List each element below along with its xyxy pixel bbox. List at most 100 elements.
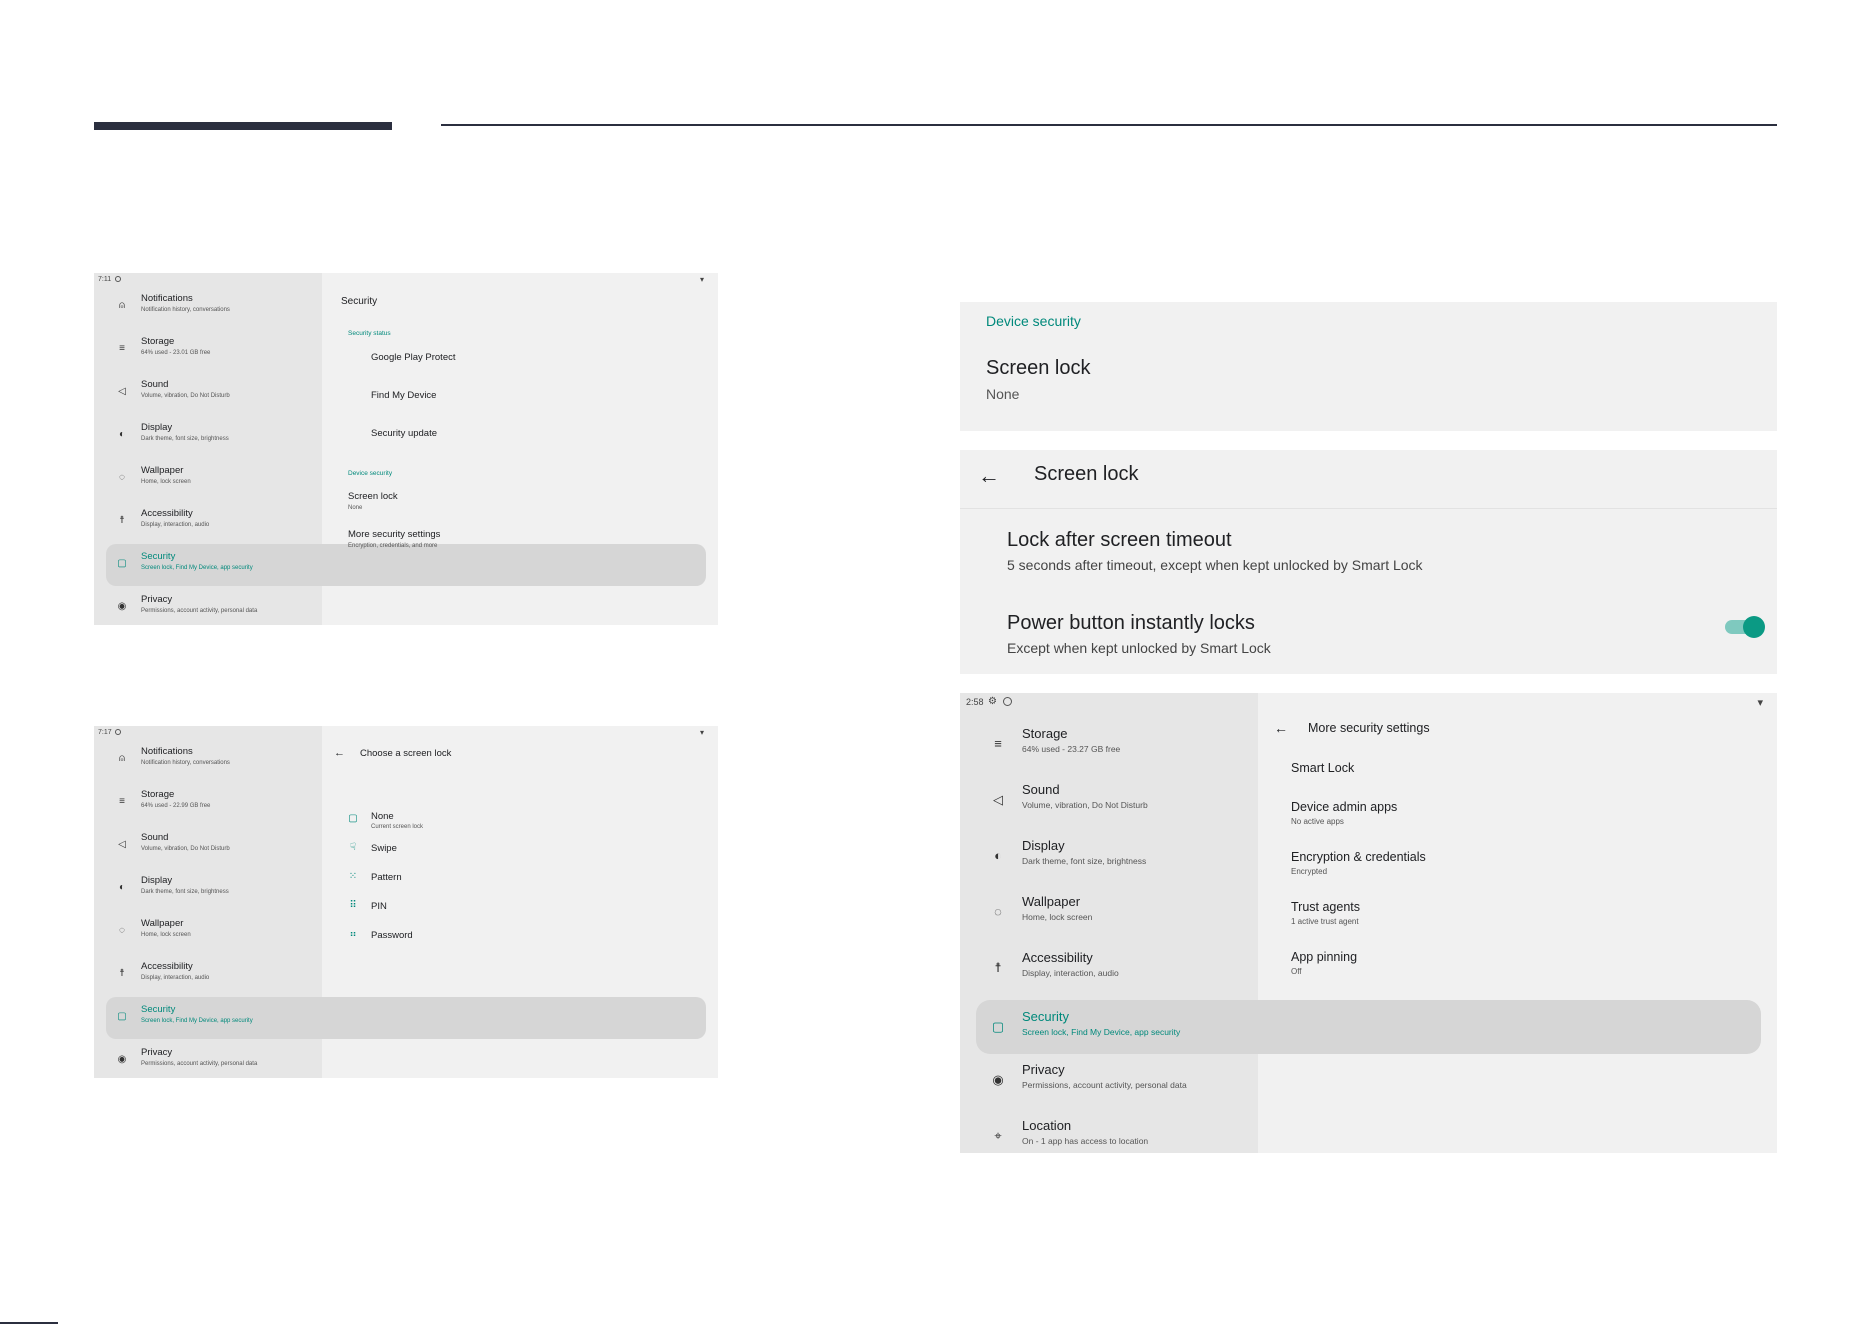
sidebar-item-summary: Display, interaction, audio [141, 975, 210, 981]
back-arrow-icon[interactable]: ← [334, 747, 345, 759]
sidebar-item-security[interactable]: ▢ Security Screen lock, Find My Device, ap… [106, 544, 706, 586]
sidebar-item-summary: Permissions, account activity, personal … [1022, 1080, 1187, 1090]
device-security-panel: Device security Screen lock None [960, 302, 1777, 431]
sidebar-item-wallpaper[interactable]: ◌ Wallpaper Home, lock screen [976, 885, 1761, 939]
sidebar-item-display[interactable]: ◐ Display Dark theme, font size, brightnes… [106, 868, 706, 910]
option-none-summary: Current screen lock [371, 824, 424, 830]
privacy-icon: ◉ [117, 601, 127, 612]
sidebar-item-security[interactable]: ▢ Security Screen lock, Find My Device, ap… [976, 1000, 1761, 1054]
section-header-device-security: Device security [348, 470, 393, 477]
sidebar-item-accessibility[interactable]: ☨ Accessibility Display, interaction, audi… [106, 954, 706, 996]
sidebar-item-summary: Permissions, account activity, personal … [141, 1061, 258, 1067]
lock-after-timeout-item[interactable]: Lock after screen timeout [1007, 529, 1232, 552]
brightness-icon: ◐ [994, 848, 1002, 863]
sidebar-item-label: Display [141, 422, 173, 433]
screen-lock-summary: None [986, 386, 1020, 402]
sidebar-item-summary: Permissions, account activity, personal … [141, 608, 258, 614]
lock-icon: ▢ [991, 1019, 1005, 1034]
sidebar-item-security[interactable]: ▢ Security Screen lock, Find My Device, ap… [106, 997, 706, 1039]
sidebar-item-label: Privacy [141, 1047, 173, 1058]
screenshot-security: 7:11 ▾ ⍝ Notifications Notification histor… [94, 273, 718, 625]
power-button-locks-item[interactable]: Power button instantly locks [1007, 612, 1255, 635]
sidebar-item-storage[interactable]: ≡ Storage 64% used - 23.01 GB free [106, 329, 706, 371]
brightness-icon: ◐ [118, 882, 126, 893]
sidebar-item-privacy[interactable]: ◉ Privacy Permissions, account activity, p… [106, 587, 706, 625]
sidebar-item-label: Display [1022, 838, 1065, 853]
header-accent-bar [94, 122, 392, 130]
pin-icon: ⠿ [349, 900, 357, 911]
option-swipe[interactable]: Swipe [371, 843, 397, 854]
sidebar-item-summary: Volume, vibration, Do Not Disturb [141, 393, 230, 399]
sidebar-item-summary: 64% used - 23.27 GB free [1022, 744, 1121, 754]
sidebar-item-notifications[interactable]: ⍝ Notifications Notification history, conv… [106, 739, 706, 781]
sidebar-item-summary: Dark theme, font size, brightness [1022, 856, 1147, 866]
sidebar-item-label: Privacy [141, 594, 173, 605]
storage-icon: ≡ [119, 796, 125, 807]
option-pin[interactable]: PIN [371, 901, 387, 912]
sidebar-item-storage[interactable]: ≡ Storage 64% used - 22.99 GB free [106, 782, 706, 824]
palette-icon: ◌ [994, 904, 1002, 919]
volume-icon: ◁ [993, 792, 1003, 807]
security-update-item[interactable]: Security update [371, 428, 437, 439]
app-pinning-summary: Off [1291, 967, 1302, 976]
sidebar-item-summary: Volume, vibration, Do Not Disturb [1022, 800, 1148, 810]
sidebar-item-accessibility[interactable]: ☨ Accessibility Display, interaction, audi… [976, 941, 1761, 995]
sidebar-item-wallpaper[interactable]: ◌ Wallpaper Home, lock screen [106, 458, 706, 500]
sidebar-item-summary: 64% used - 23.01 GB free [141, 350, 211, 356]
option-none[interactable]: None [371, 811, 394, 822]
screen-lock-panel: ← Screen lock Lock after screen timeout … [960, 450, 1777, 674]
page-title: More security settings [1308, 721, 1430, 735]
sidebar-item-label: Security [1022, 1009, 1069, 1024]
sidebar-item-privacy[interactable]: ◉ Privacy Permissions, account activity, p… [976, 1053, 1761, 1107]
sidebar-item-summary: Notification history, conversations [141, 760, 230, 766]
header-divider [960, 508, 1777, 509]
accessibility-icon: ☨ [119, 515, 125, 526]
encryption-credentials-item[interactable]: Encryption & credentials [1291, 850, 1426, 864]
sidebar-item-label: Security [141, 551, 176, 562]
toggle-knob [1743, 616, 1765, 638]
sidebar-item-label: Notifications [141, 293, 193, 304]
lock-icon: ▢ [348, 813, 358, 824]
sidebar-item-notifications[interactable]: ⍝ Notifications Notification history, conv… [106, 286, 706, 328]
back-arrow-icon[interactable]: ← [978, 463, 1000, 489]
power-button-toggle[interactable] [1723, 614, 1771, 640]
device-admin-apps-item[interactable]: Device admin apps [1291, 800, 1397, 814]
find-my-device-item[interactable]: Find My Device [371, 390, 436, 401]
screen-lock-item[interactable]: Screen lock [348, 491, 398, 502]
screenshot-choose-screen-lock: 7:17 ▾ ⍝ Notifications Notification histor… [94, 726, 718, 1078]
trust-agents-summary: 1 active trust agent [1291, 917, 1359, 926]
sidebar-item-label: Wallpaper [141, 918, 184, 929]
status-indicator-icon [115, 729, 121, 735]
option-password[interactable]: Password [371, 930, 413, 941]
sidebar-item-label: Wallpaper [1022, 894, 1081, 909]
sidebar-item-sound[interactable]: ◁ Sound Volume, vibration, Do Not Disturb [106, 825, 706, 867]
sidebar-item-label: Sound [141, 832, 169, 843]
storage-icon: ≡ [994, 736, 1002, 751]
privacy-icon: ◉ [992, 1072, 1004, 1087]
header-rule [441, 124, 1777, 126]
more-security-settings-item[interactable]: More security settings [348, 529, 440, 540]
sidebar-item-label: Storage [141, 336, 175, 347]
more-security-summary: Encryption, credentials, and more [348, 543, 438, 549]
sidebar-item-label: Accessibility [141, 508, 193, 519]
page-title: Screen lock [1034, 463, 1139, 485]
section-header-device-security: Device security [986, 313, 1081, 329]
sidebar-item-label: Storage [141, 789, 175, 800]
back-arrow-icon[interactable]: ← [1274, 720, 1288, 736]
sidebar-item-label: Accessibility [1022, 950, 1093, 965]
screen-lock-item[interactable]: Screen lock [986, 357, 1091, 380]
lock-after-timeout-summary: 5 seconds after timeout, except when kep… [1007, 557, 1423, 573]
status-time: 7:11 [98, 276, 112, 283]
sidebar-item-label: Sound [141, 379, 169, 390]
page-title: Security [341, 296, 378, 307]
device-admin-apps-summary: No active apps [1291, 817, 1344, 826]
sidebar-item-label: Display [141, 875, 173, 886]
google-play-protect-item[interactable]: Google Play Protect [371, 352, 456, 363]
sidebar-item-privacy[interactable]: ◉ Privacy Permissions, account activity, p… [106, 1040, 706, 1078]
sidebar-item-summary: Dark theme, font size, brightness [141, 436, 229, 442]
option-pattern[interactable]: Pattern [371, 872, 402, 883]
app-pinning-item[interactable]: App pinning [1291, 950, 1357, 964]
trust-agents-item[interactable]: Trust agents [1291, 900, 1360, 914]
sidebar-item-location[interactable]: ⌖ Location On - 1 app has access to locati… [976, 1109, 1761, 1153]
smart-lock-item[interactable]: Smart Lock [1291, 761, 1354, 775]
